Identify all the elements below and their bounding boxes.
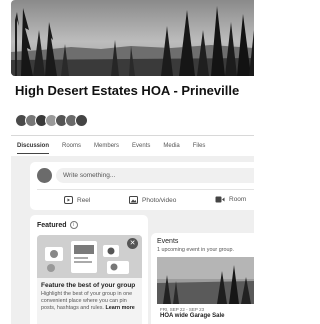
tab-rooms[interactable]: Rooms — [62, 143, 81, 154]
featured-card-description: Highlight the best of your group in one … — [41, 291, 141, 312]
post-composer: Write something... Reel Photo/video Room — [30, 162, 254, 210]
room-button[interactable]: Room — [215, 196, 246, 203]
close-icon[interactable]: ✕ — [127, 238, 138, 249]
featured-header: Featured i — [37, 221, 78, 229]
room-label: Room — [229, 196, 247, 203]
learn-more-link[interactable]: Learn more — [105, 305, 134, 311]
tab-files[interactable]: Files — [193, 143, 206, 154]
events-title: Events — [157, 238, 179, 245]
featured-title: Featured — [37, 221, 67, 229]
group-title[interactable]: High Desert Estates HOA - Prineville — [15, 84, 245, 98]
tab-members[interactable]: Members — [94, 143, 119, 154]
reel-label: Reel — [77, 196, 91, 204]
write-something-input[interactable]: Write something... — [56, 168, 254, 183]
group-tabs: Discussion Rooms Members Events Media Fi… — [17, 143, 218, 154]
reel-icon — [64, 196, 73, 204]
divider — [11, 135, 254, 136]
event-date: FRI, SEP 22 - SEP 23 — [160, 307, 205, 312]
cover-photo — [11, 0, 254, 76]
user-avatar[interactable] — [37, 168, 52, 183]
photo-video-button[interactable]: Photo/video — [129, 196, 176, 204]
tab-media[interactable]: Media — [163, 143, 179, 154]
group-page: High Desert Estates HOA - Prineville Dis… — [0, 0, 254, 324]
event-cover-image[interactable] — [157, 257, 254, 304]
event-name[interactable]: HOA wide Garage Sale — [160, 313, 224, 319]
tab-discussion[interactable]: Discussion — [17, 143, 50, 154]
featured-card-title: Feature the best of your group — [41, 282, 136, 289]
events-section: Events 1 upcoming event in your group. F… — [151, 233, 254, 324]
member-avatars[interactable] — [15, 114, 88, 128]
events-subtitle: 1 upcoming event in your group. — [157, 247, 235, 253]
featured-card: ✕ Feature the best of your group Highlig… — [37, 235, 142, 324]
reel-button[interactable]: Reel — [64, 196, 90, 204]
divider — [37, 189, 254, 190]
photo-video-label: Photo/video — [142, 196, 177, 204]
tab-events[interactable]: Events — [132, 143, 150, 154]
featured-section: Featured i ✕ Feature the best of your gr… — [30, 215, 148, 324]
video-camera-icon — [215, 196, 225, 203]
info-icon[interactable]: i — [69, 221, 78, 229]
avatar[interactable] — [75, 114, 88, 127]
photo-icon — [129, 196, 138, 204]
